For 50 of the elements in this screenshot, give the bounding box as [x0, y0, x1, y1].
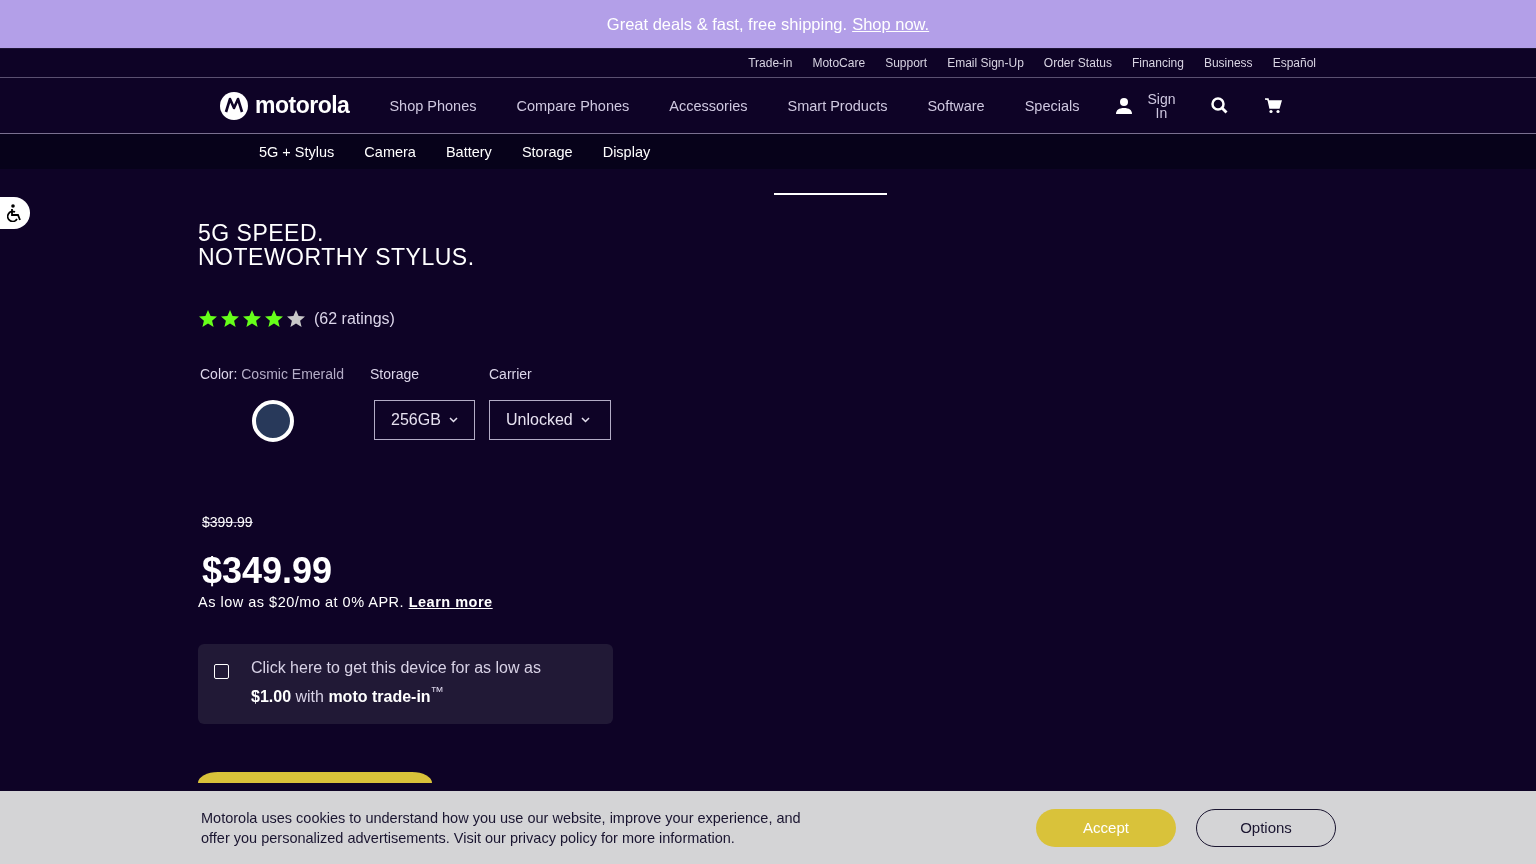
section-link[interactable]: 5G + Stylus [259, 143, 335, 160]
accessibility-button[interactable] [0, 197, 30, 229]
promo-text: Great deals & fast, free shipping. [606, 14, 848, 34]
utility-link[interactable]: Email Sign-Up [947, 56, 1024, 70]
color-label: Color: Cosmic Emerald [200, 366, 345, 382]
star-icon [264, 309, 284, 328]
utility-link[interactable]: Trade-in [748, 56, 793, 70]
learn-more-link[interactable]: Learn more [408, 594, 493, 610]
ratings-count[interactable]: (62 ratings) [314, 309, 395, 328]
storage-label: Storage [370, 366, 421, 382]
utility-link[interactable]: Español [1272, 56, 1316, 70]
user-icon[interactable] [1115, 96, 1134, 115]
utility-link[interactable]: Financing [1131, 56, 1184, 70]
partial-button[interactable] [198, 772, 432, 783]
logo-icon[interactable] [220, 91, 248, 120]
nav-link[interactable]: Software [927, 97, 985, 114]
utility-link[interactable]: Business [1203, 56, 1253, 70]
nav-link[interactable]: Accessories [669, 97, 748, 114]
chevron-down-icon [580, 417, 590, 423]
nav-link[interactable]: Specials [1024, 97, 1080, 114]
cart-icon[interactable] [1265, 97, 1283, 114]
trade-in-checkbox[interactable] [214, 664, 229, 679]
section-link[interactable]: Display [602, 143, 651, 160]
nav-link[interactable]: Smart Products [787, 97, 888, 114]
trade-in-text[interactable]: Click here to get this device for as low as $1.00 with moto trade-in$^{™}$ [251, 656, 581, 710]
utility-link[interactable]: MotoCare [812, 56, 866, 70]
search-icon[interactable] [1211, 97, 1229, 114]
section-link[interactable]: Battery [445, 143, 492, 160]
section-link[interactable]: Storage [521, 143, 573, 160]
carrier-dropdown[interactable]: Unlocked [489, 400, 611, 440]
accessibility-icon [7, 204, 23, 222]
sale-price: $349.99 [202, 550, 333, 591]
star-icon [286, 309, 306, 328]
chevron-down-icon [448, 417, 458, 423]
financing-text: As low as $20/mo at 0% APR. [198, 594, 405, 610]
logo-wordmark[interactable]: motorola [255, 92, 350, 119]
section-link[interactable]: Camera [364, 143, 416, 160]
utility-link[interactable]: Order Status [1043, 56, 1112, 70]
nav-link[interactable]: Compare Phones [516, 97, 630, 114]
star-icon [198, 309, 218, 328]
utility-link[interactable]: Support [885, 56, 928, 70]
nav-link[interactable]: Shop Phones [389, 97, 477, 114]
star-icon [220, 309, 240, 328]
carrier-label: Carrier [489, 366, 533, 382]
sign-in-link[interactable]: Sign In [1143, 91, 1180, 120]
color-swatch[interactable] [252, 400, 294, 442]
star-icon [242, 309, 262, 328]
cookie-text: Motorola uses cookies to understand how you use our website, improve your experience, and offer you personalized advertisements. Visit our privacy policy for more information. [201, 808, 802, 848]
storage-dropdown[interactable]: 256GB [374, 400, 475, 440]
product-headline: 5G SPEED. NOTEWORTHY STYLUS. [198, 221, 476, 269]
